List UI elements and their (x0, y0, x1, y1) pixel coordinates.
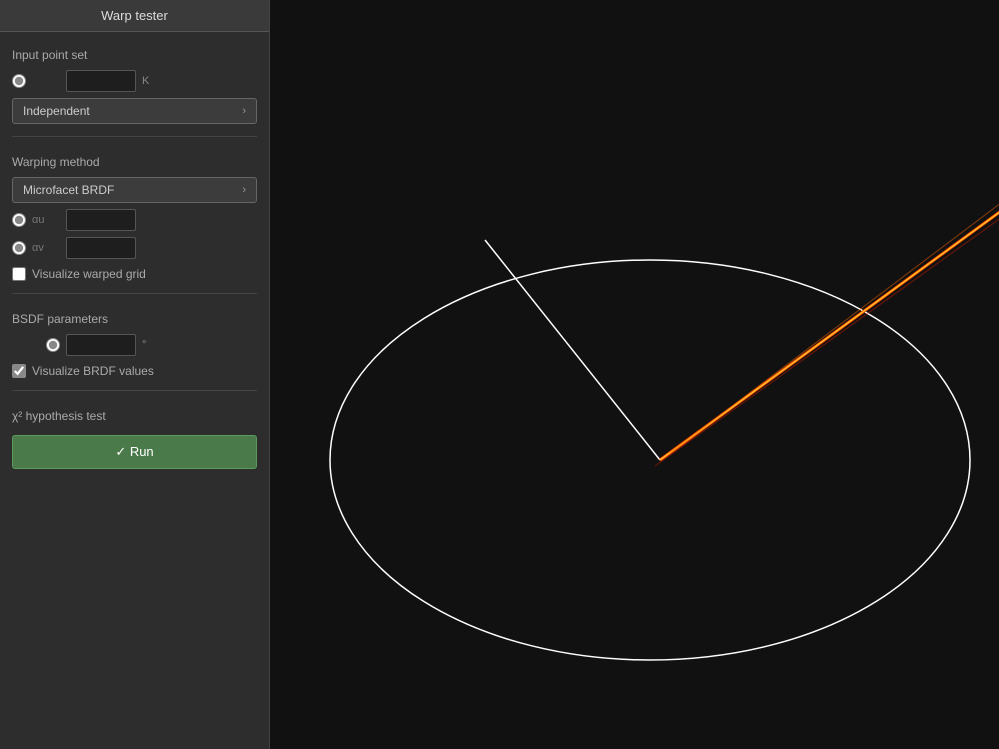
mode-chevron: › (242, 105, 246, 117)
input-point-set-label: Input point set (12, 48, 257, 62)
visualize-brdf-row: Visualize BRDF values (12, 364, 257, 378)
angle-input[interactable]: 51.1 (66, 334, 136, 356)
warping-method-chevron: › (242, 184, 246, 196)
alpha-v-input[interactable]: 0.01 (66, 237, 136, 259)
hemisphere-ellipse (330, 260, 970, 660)
mode-dropdown-label: Independent (23, 104, 90, 118)
canvas-area (270, 0, 999, 749)
alpha-u-radio[interactable] (12, 213, 26, 227)
angle-radio[interactable] (46, 338, 60, 352)
divider-1 (12, 136, 257, 137)
point-count-radio[interactable] (12, 74, 26, 88)
alpha-u-input[interactable]: 0.01 (66, 209, 136, 231)
visualize-brdf-checkbox[interactable] (12, 364, 26, 378)
sidebar-content: Input point set 2.87 K Independent › War… (0, 32, 269, 479)
visualize-grid-row: Visualize warped grid (12, 267, 257, 281)
alpha-v-radio[interactable] (12, 241, 26, 255)
specular-glow-2 (655, 174, 999, 466)
run-button[interactable]: ✓ Run (12, 435, 257, 469)
bsdf-parameters-label: BSDF parameters (12, 312, 257, 326)
alpha-v-row: αv 0.01 (12, 237, 257, 259)
sidebar: Warp tester Input point set 2.87 K Indep… (0, 0, 270, 749)
mode-dropdown[interactable]: Independent › (12, 98, 257, 124)
warping-method-label: Warping method (12, 155, 257, 169)
warping-method-dropdown[interactable]: Microfacet BRDF › (12, 177, 257, 203)
point-count-input[interactable]: 2.87 (66, 70, 136, 92)
visualize-grid-checkbox[interactable] (12, 267, 26, 281)
alpha-v-param-label: αv (32, 242, 60, 254)
warping-method-dropdown-label: Microfacet BRDF (23, 183, 114, 197)
left-ray (485, 240, 660, 460)
angle-unit: ° (142, 339, 156, 351)
specular-glow-1 (670, 162, 999, 453)
alpha-u-row: αu 0.01 (12, 209, 257, 231)
visualize-grid-label: Visualize warped grid (32, 267, 146, 281)
angle-row: 51.1 ° (12, 334, 257, 356)
divider-2 (12, 293, 257, 294)
visualize-brdf-label: Visualize BRDF values (32, 364, 154, 378)
alpha-u-param-label: αu (32, 214, 60, 226)
visualization-svg (270, 0, 999, 749)
specular-highlight-red (660, 168, 999, 460)
divider-3 (12, 390, 257, 391)
point-count-unit: K (142, 75, 156, 87)
run-button-label: ✓ Run (115, 444, 153, 460)
chi2-label: χ² hypothesis test (12, 409, 257, 423)
sidebar-title: Warp tester (0, 0, 269, 32)
specular-highlight-white (660, 168, 999, 460)
point-count-row: 2.87 K (12, 70, 257, 92)
specular-highlight-yellow (660, 168, 999, 460)
